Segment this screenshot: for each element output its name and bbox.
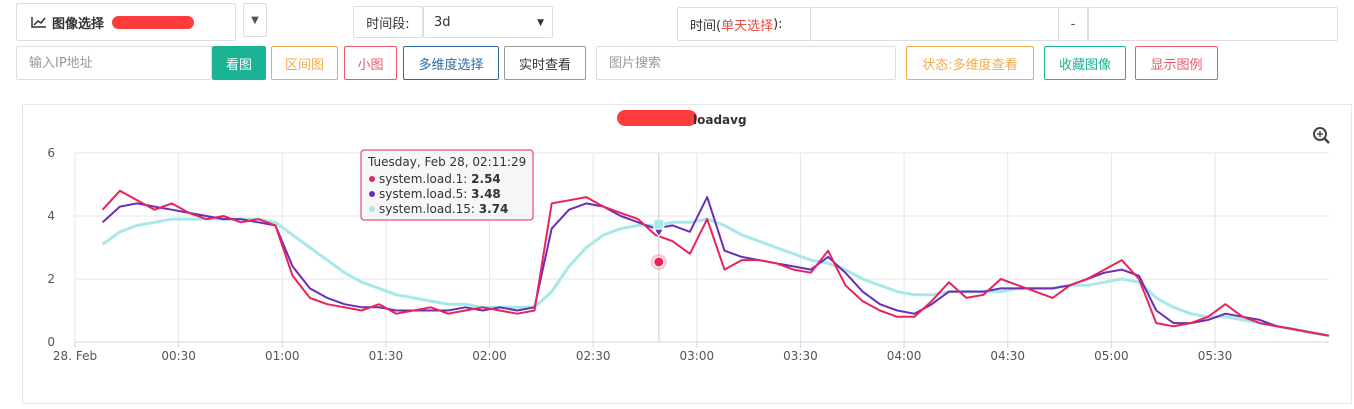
period-label: 时间段: [353, 6, 423, 38]
x-tick-label: 01:00 [265, 349, 300, 363]
series-line-system-load-15 [101, 217, 1330, 338]
ip-input[interactable] [16, 46, 212, 80]
x-tick-label: 01:30 [369, 349, 404, 363]
multi-dimension-button[interactable]: 多维度选择 [403, 46, 499, 80]
period-label-text: 时间段: [366, 16, 410, 32]
tooltip-bullet [369, 191, 375, 197]
view-button[interactable]: 看图 [212, 46, 266, 80]
x-tick-label: 02:00 [472, 349, 507, 363]
image-select-label: 图像选择 [52, 16, 105, 32]
favorite-image-button[interactable]: 收藏图像 [1044, 46, 1126, 80]
x-tick-label: 04:00 [887, 349, 922, 363]
tooltip-marker-load1 [653, 256, 665, 268]
x-tick-label: 05:00 [1094, 349, 1129, 363]
chart-series [101, 189, 1330, 338]
time-separator: - [1058, 7, 1088, 41]
tooltip-header: Tuesday, Feb 28, 02:11:29 [367, 155, 526, 169]
realtime-view-button[interactable]: 实时查看 [504, 46, 586, 80]
period-value: 3d [434, 14, 451, 30]
y-tick-label: 4 [47, 209, 55, 223]
status-multi-dimension-button[interactable]: 状态:多维度查看 [906, 46, 1034, 80]
loadavg-chart: loadavg 024628. Feb 00:30 01:00 01:30 02:00 0… [47, 110, 1330, 363]
caret-down-icon: ▼ [251, 14, 259, 26]
x-tick-label: 03:30 [783, 349, 818, 363]
x-tick-label: 05:30 [1198, 349, 1233, 363]
x-tick-label: 02:30 [576, 349, 611, 363]
image-search-input[interactable] [596, 46, 896, 80]
line-chart-icon [31, 17, 46, 28]
x-tick-label: 04:30 [990, 349, 1025, 363]
y-tick-label: 2 [47, 272, 55, 286]
period-select[interactable]: 3d ▼ [423, 6, 553, 38]
tooltip-bullet [369, 206, 375, 212]
chart-grid [74, 152, 1329, 343]
tooltip-bullet [369, 176, 375, 182]
caret-down-icon: ▼ [537, 18, 544, 28]
tooltip-row: system.load.1: 2.54 [379, 172, 501, 186]
y-tick-label: 6 [47, 146, 55, 160]
series-line-system-load-1 [101, 189, 1330, 337]
range-chart-button[interactable]: 区间图 [271, 46, 338, 80]
y-tick-label: 0 [47, 335, 55, 349]
tooltip-marker-load15 [653, 218, 665, 230]
chart-panel: loadavg 0 2 4 6 28. Feb 00:30 01:00 01:30 02:00 0… [22, 104, 1352, 404]
zoom-in-icon[interactable] [1313, 127, 1330, 144]
redacted-title-prefix [617, 110, 697, 126]
time-label-highlight: 单天选择 [721, 18, 774, 34]
tooltip-row: system.load.5: 3.48 [379, 187, 501, 201]
image-select-dropdown[interactable]: ▼ [243, 3, 267, 37]
time-label-prefix: 时间( [690, 18, 722, 34]
time-label-suffix: ): [773, 16, 783, 32]
x-tick-label: 28. Feb [53, 349, 97, 363]
time-start-input[interactable] [810, 7, 1060, 41]
small-chart-button[interactable]: 小图 [344, 46, 397, 80]
series-line-system-load-5 [101, 196, 1330, 337]
tooltip-row: system.load.15: 3.74 [379, 202, 508, 216]
redacted-host [112, 15, 195, 29]
x-tick-label: 03:00 [680, 349, 715, 363]
image-select[interactable]: 图像选择 [16, 3, 236, 41]
x-tick-label: 00:30 [161, 349, 196, 363]
chart-title: loadavg [693, 113, 747, 127]
time-end-input[interactable] [1088, 7, 1338, 41]
chart-axes: 0 2 4 6 28. Feb 00:30 01:00 01:30 02:00 02:30 03:0… [47, 146, 1329, 363]
show-legend-button[interactable]: 显示图例 [1135, 46, 1218, 80]
time-label: 时间(单天选择): [677, 7, 811, 41]
